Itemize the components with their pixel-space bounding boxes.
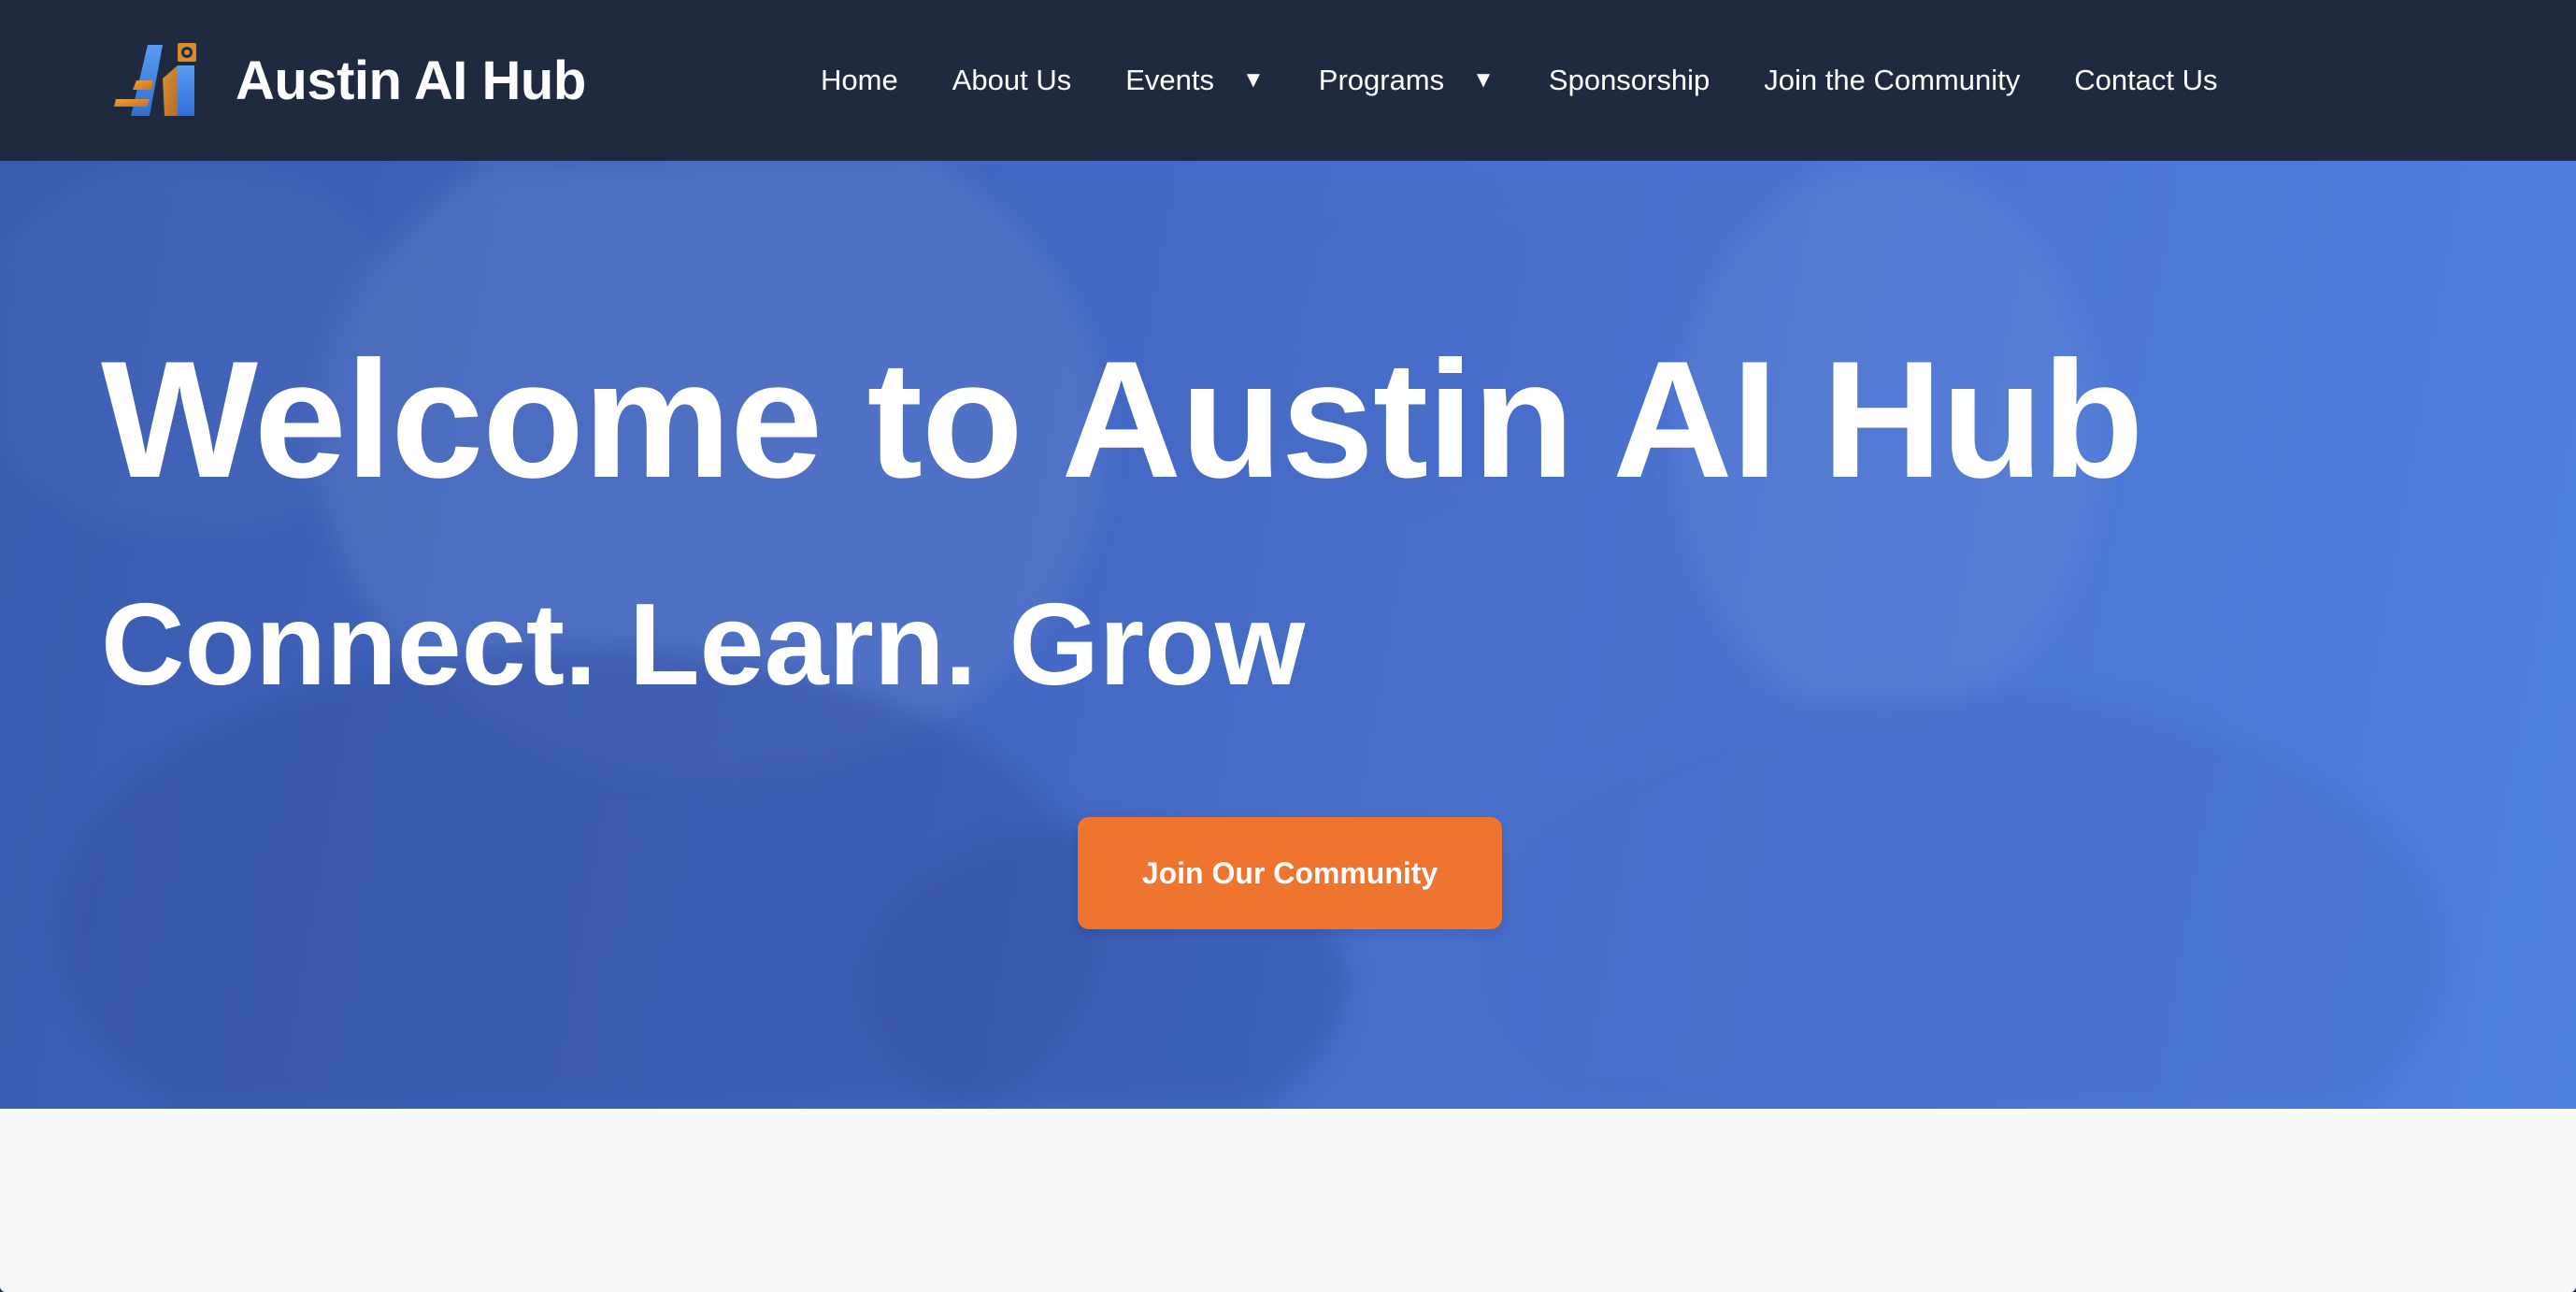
hero-subtitle: Connect. Learn. Grow: [101, 581, 1306, 710]
nav-item-sponsorship[interactable]: Sponsorship: [1549, 64, 1710, 97]
nav-item-label: Programs: [1318, 64, 1445, 96]
brand-name: Austin AI Hub: [236, 50, 586, 111]
brand-home-link[interactable]: Austin AI Hub: [112, 41, 586, 120]
nav-item-join-the-community[interactable]: Join the Community: [1764, 64, 2020, 97]
main-nav: Home About Us Events ▼ Programs ▼ Sponso…: [821, 0, 2218, 161]
nav-item-label: Contact Us: [2074, 64, 2218, 96]
nav-item-label: About Us: [952, 64, 1072, 96]
nav-item-home[interactable]: Home: [821, 64, 898, 97]
nav-item-label: Sponsorship: [1548, 64, 1710, 96]
hero-title: Welcome to Austin AI Hub: [101, 326, 2144, 512]
caret-down-icon: ▼: [1242, 67, 1265, 93]
navbar: Austin AI Hub Home About Us Events ▼ Pro…: [0, 0, 2576, 161]
nav-item-label: Events: [1125, 64, 1214, 96]
nav-item-events[interactable]: Events ▼: [1125, 64, 1265, 97]
ai-letters-logo-icon: [114, 43, 196, 116]
content-section: [0, 1109, 2576, 1292]
nav-item-label: Home: [821, 64, 898, 96]
join-our-community-button[interactable]: Join Our Community: [1078, 817, 1502, 929]
caret-down-icon: ▼: [1472, 67, 1495, 93]
hero-section: Welcome to Austin AI Hub Connect. Learn.…: [0, 161, 2576, 1109]
nav-item-contact-us[interactable]: Contact Us: [2074, 64, 2217, 97]
nav-item-label: Join the Community: [1764, 64, 2021, 96]
nav-item-programs[interactable]: Programs ▼: [1319, 64, 1495, 97]
nav-item-about-us[interactable]: About Us: [952, 64, 1072, 97]
page: Austin AI Hub Home About Us Events ▼ Pro…: [0, 0, 2576, 1292]
